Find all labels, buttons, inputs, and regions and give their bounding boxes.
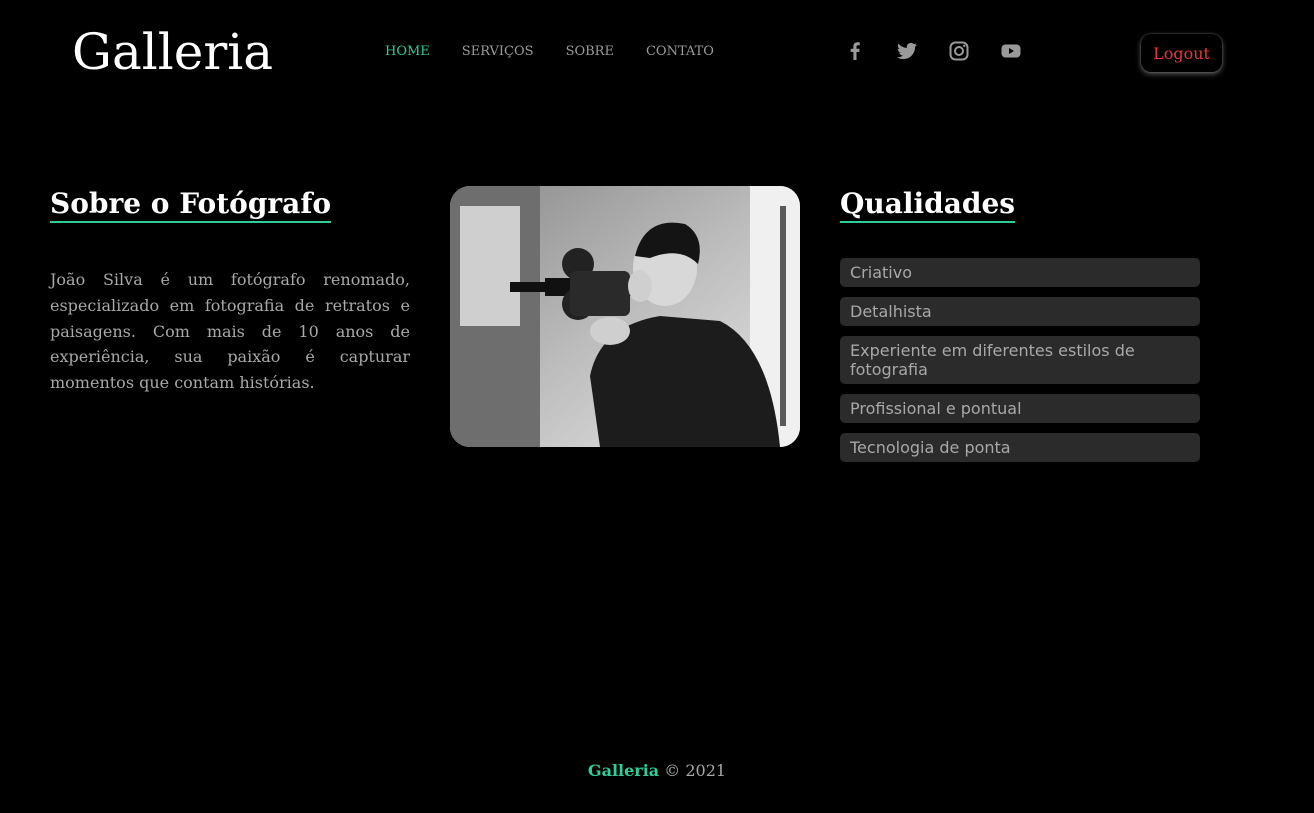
list-item: Experiente em diferentes estilos de foto… <box>840 336 1200 384</box>
qualities-title: Qualidades <box>840 187 1016 223</box>
facebook-icon[interactable] <box>843 39 867 63</box>
logout-button[interactable]: Logout <box>1141 34 1222 72</box>
photographer-photo <box>450 186 800 447</box>
about-title: Sobre o Fotógrafo <box>50 187 332 223</box>
page: Galleria HOME SERVIÇOS SOBRE CONTATO Log… <box>0 0 1314 813</box>
nav-sobre[interactable]: SOBRE <box>566 44 614 60</box>
nav-home[interactable]: HOME <box>385 44 430 60</box>
nav-contato[interactable]: CONTATO <box>646 44 714 60</box>
footer-brand: Galleria <box>587 761 660 780</box>
about-text: João Silva é um fotógrafo renomado, espe… <box>50 270 410 393</box>
list-item: Tecnologia de ponta <box>840 433 1200 462</box>
main-nav: HOME SERVIÇOS SOBRE CONTATO <box>385 44 714 60</box>
list-item: Criativo <box>840 258 1200 287</box>
site-logo[interactable]: Galleria <box>72 22 273 82</box>
list-item: Detalhista <box>840 297 1200 326</box>
nav-servicos[interactable]: SERVIÇOS <box>462 44 534 60</box>
footer: Galleria © 2021 <box>0 760 1314 782</box>
youtube-icon[interactable] <box>999 39 1023 63</box>
list-item: Profissional e pontual <box>840 394 1200 423</box>
instagram-icon[interactable] <box>947 39 971 63</box>
qualities-list: Criativo Detalhista Experiente em difere… <box>840 258 1200 472</box>
footer-copyright: © 2021 <box>664 761 727 780</box>
social-links <box>843 39 1023 63</box>
twitter-icon[interactable] <box>895 39 919 63</box>
